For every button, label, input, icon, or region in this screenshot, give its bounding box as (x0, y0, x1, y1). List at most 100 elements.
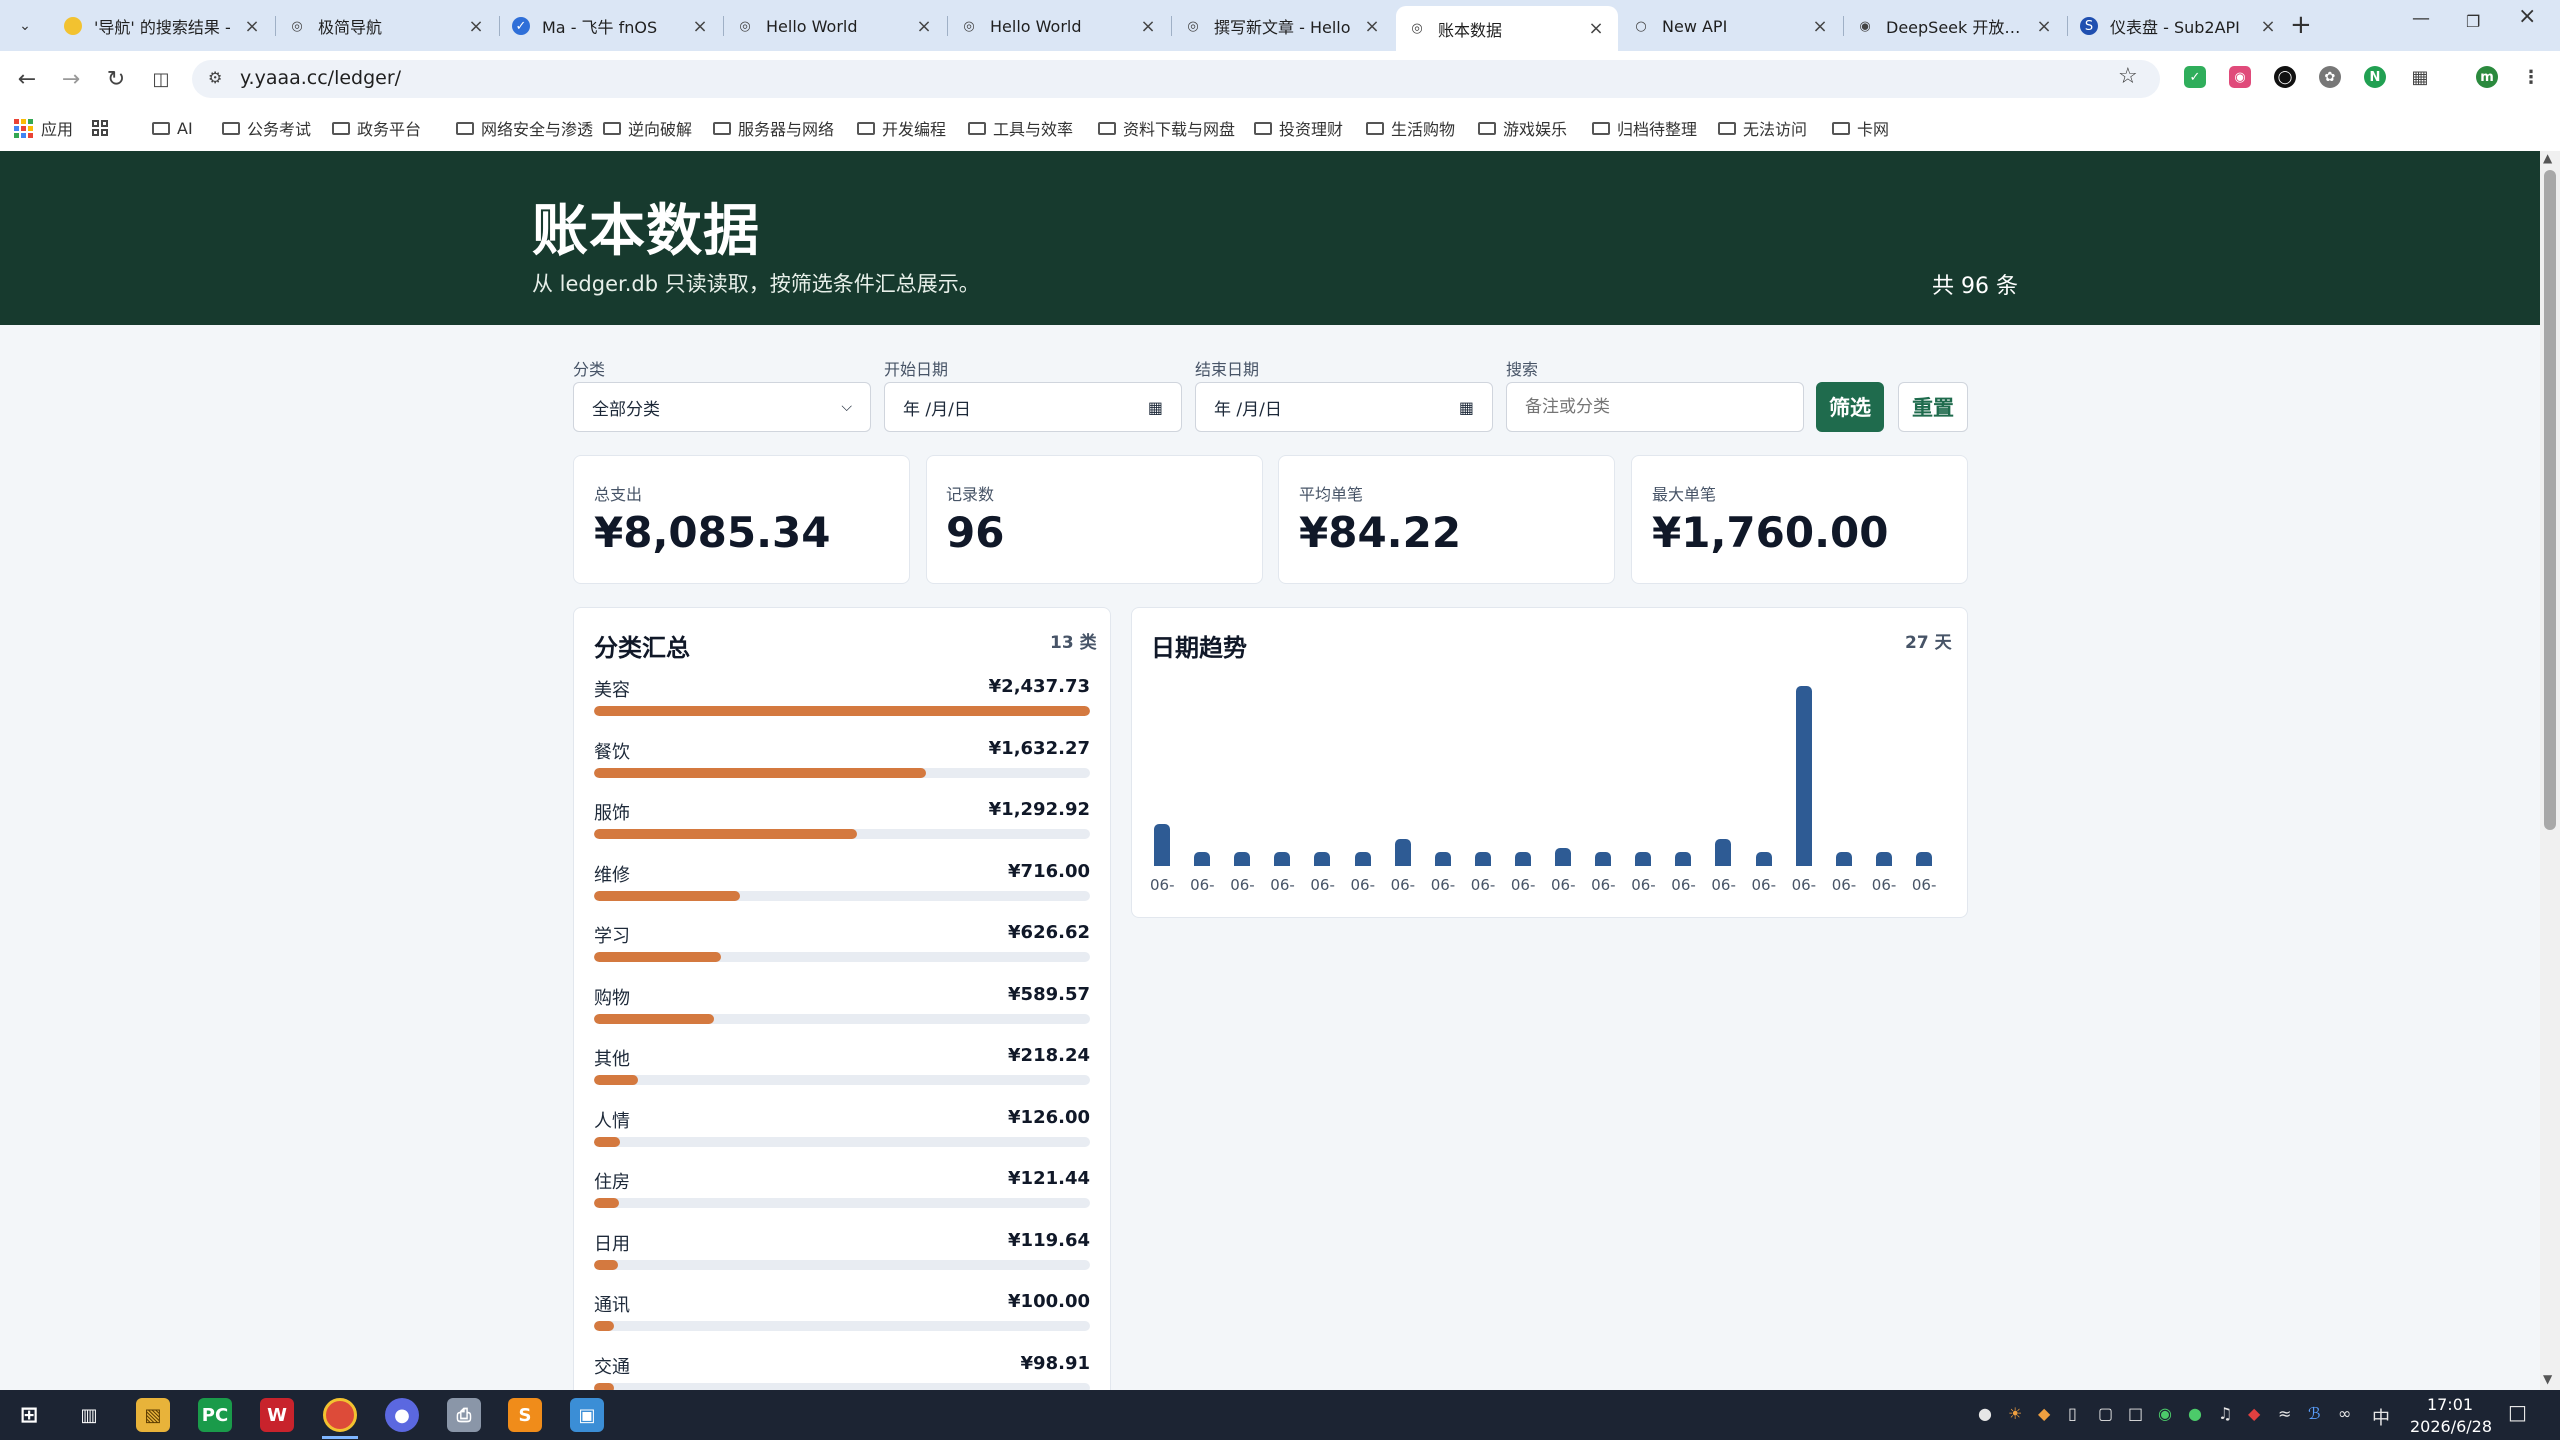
bookmark-folder[interactable]: 开发编程 (857, 114, 946, 142)
tray-monitor-icon[interactable]: ▢ (2098, 1404, 2113, 1423)
bookmark-folder[interactable]: 逆向破解 (603, 114, 692, 142)
printer-app-icon[interactable]: ⎙ (447, 1398, 481, 1432)
trend-bar[interactable] (1715, 839, 1732, 866)
trend-bar[interactable] (1154, 824, 1170, 866)
trend-bar[interactable] (1354, 851, 1371, 866)
bookmark-folder[interactable]: 网络安全与渗透 (456, 114, 593, 142)
browser-tab[interactable]: '导航' 的搜索结果 - × (52, 6, 274, 46)
reload-button[interactable]: ↻ (99, 62, 133, 96)
trend-bar[interactable] (1474, 851, 1491, 866)
bookmark-folder[interactable]: 无法访问 (1718, 114, 1807, 142)
green-extension-icon[interactable]: N (2364, 66, 2386, 88)
tray-battery-icon[interactable]: ▯ (2068, 1404, 2077, 1423)
bookmark-folder[interactable]: 归档待整理 (1592, 114, 1697, 142)
browser-tab[interactable]: ◎ 账本数据 × (1396, 6, 1618, 51)
scroll-down-icon[interactable]: ▼ (2543, 1372, 2552, 1386)
address-bar[interactable] (192, 60, 2160, 98)
browser-tab[interactable]: ◎ Hello World × (948, 6, 1170, 46)
trend-bar[interactable] (1755, 851, 1772, 866)
close-tab-icon[interactable]: × (1138, 16, 1158, 37)
ime-indicator[interactable]: 中 (2372, 1404, 2390, 1430)
search-input[interactable] (1506, 382, 1804, 432)
new-tab-button[interactable]: + (2290, 10, 2312, 40)
browser-tab[interactable]: ◎ Hello World × (724, 6, 946, 46)
bookmark-folder[interactable]: 游戏娱乐 (1478, 114, 1567, 142)
trend-bar[interactable] (1555, 847, 1571, 866)
filter-button[interactable]: 筛选 (1816, 382, 1884, 432)
trend-bar[interactable] (1675, 851, 1692, 866)
trend-bar[interactable] (1194, 851, 1211, 866)
trend-bar[interactable] (1514, 851, 1531, 866)
tray-security-icon[interactable]: ◆ (2248, 1404, 2260, 1423)
forward-button[interactable]: → (54, 62, 88, 96)
bookmark-apps[interactable]: 应用 (14, 114, 73, 142)
browser-tab[interactable]: S 仪表盘 - Sub2API × (2068, 6, 2290, 46)
pink-extension-icon[interactable]: ◉ (2229, 66, 2251, 88)
trend-bar[interactable] (1635, 851, 1652, 866)
tray-sun-icon[interactable]: ☀ (2008, 1404, 2022, 1423)
trend-bar[interactable] (1434, 851, 1451, 866)
close-window-button[interactable]: × (2518, 4, 2536, 29)
bookmark-folder[interactable]: 资料下载与网盘 (1098, 114, 1235, 142)
split-view-button[interactable]: ◫ (144, 62, 178, 96)
bookmark-folder[interactable]: AI (152, 114, 193, 142)
tab-search-button[interactable]: ⌄ (10, 12, 40, 40)
scrollbar-thumb[interactable] (2544, 170, 2556, 830)
task-view-icon[interactable]: ▥ (72, 1398, 106, 1432)
category-select[interactable]: 全部分类 ⌵ (573, 382, 871, 432)
tray-volume-mute-icon[interactable]: ♫ (2218, 1404, 2232, 1423)
wps-icon[interactable]: W (260, 1398, 294, 1432)
close-tab-icon[interactable]: × (242, 16, 262, 37)
tray-green-icon[interactable]: ● (2188, 1404, 2202, 1423)
file-explorer-icon[interactable]: ▧ (136, 1398, 170, 1432)
trend-bar[interactable] (1234, 851, 1251, 866)
bookmark-folder[interactable]: 工具与效率 (968, 114, 1073, 142)
extensions-puzzle-icon[interactable]: ▦ (2409, 66, 2431, 88)
tray-wifi-icon[interactable]: ≈ (2278, 1404, 2291, 1423)
circle-extension-icon[interactable]: ◯ (2274, 66, 2296, 88)
bookmark-folder[interactable]: 投资理财 (1254, 114, 1343, 142)
close-tab-icon[interactable]: × (2258, 16, 2278, 37)
calendar-icon[interactable]: ▦ (1148, 398, 1163, 417)
trend-bar[interactable] (1314, 851, 1331, 866)
taskbar-clock[interactable]: 17:01 2026/6/28 (2410, 1394, 2492, 1438)
browser-menu-icon[interactable]: ⋮ (2520, 66, 2542, 88)
minimize-button[interactable]: — (2412, 8, 2430, 29)
trend-bar[interactable] (1875, 851, 1892, 866)
sublime-text-icon[interactable]: S (508, 1398, 542, 1432)
bookmark-folder[interactable]: 卡网 (1832, 114, 1889, 142)
close-tab-icon[interactable]: × (2034, 16, 2054, 37)
profile-avatar[interactable]: m (2476, 66, 2498, 88)
trend-bar[interactable] (1274, 851, 1291, 866)
end-date-input[interactable]: 年 /月/日 ▦ (1195, 382, 1493, 432)
back-button[interactable]: ← (10, 62, 44, 96)
tray-app-icon[interactable]: ● (1978, 1404, 1992, 1423)
pycharm-icon[interactable]: PC (198, 1398, 232, 1432)
bookmark-star-icon[interactable]: ☆ (2118, 64, 2138, 89)
bookmark-folder[interactable]: 公务考试 (222, 114, 311, 142)
browser-tab[interactable]: ◉ DeepSeek 开放平台 × (1844, 6, 2066, 46)
chat-app-icon[interactable]: ● (385, 1398, 419, 1432)
bookmark-folder[interactable]: 服务器与网络 (713, 114, 834, 142)
trend-bar[interactable] (1394, 839, 1411, 866)
scroll-up-icon[interactable]: ▲ (2543, 151, 2552, 165)
trend-bar[interactable] (1835, 851, 1852, 866)
browser-tab[interactable]: ◎ 极简导航 × (276, 6, 498, 46)
browser-tab[interactable]: ✓ Ma - 飞牛 fnOS × (500, 6, 722, 46)
close-tab-icon[interactable]: × (1362, 16, 1382, 37)
site-info-icon[interactable]: ⚙ (208, 68, 222, 87)
bookmark-folder[interactable]: 生活购物 (1366, 114, 1455, 142)
close-tab-icon[interactable]: × (466, 16, 486, 37)
tab-groups-icon[interactable] (92, 114, 108, 142)
chrome-icon[interactable] (323, 1398, 357, 1432)
url-text[interactable]: y.yaaa.cc/ledger/ (240, 67, 401, 89)
close-tab-icon[interactable]: × (914, 16, 934, 37)
tray-bluetooth-icon[interactable]: ℬ (2308, 1404, 2321, 1423)
start-windows-icon[interactable]: ⊞ (12, 1398, 46, 1432)
browser-tab[interactable]: ◎ 撰写新文章 - Hello × (1172, 6, 1394, 46)
notification-icon[interactable]: □ (2508, 1400, 2527, 1424)
tray-wechat-icon[interactable]: ◉ (2158, 1404, 2172, 1423)
close-tab-icon[interactable]: × (1810, 16, 1830, 37)
remote-desktop-icon[interactable]: ▣ (570, 1398, 604, 1432)
close-tab-icon[interactable]: × (690, 16, 710, 37)
